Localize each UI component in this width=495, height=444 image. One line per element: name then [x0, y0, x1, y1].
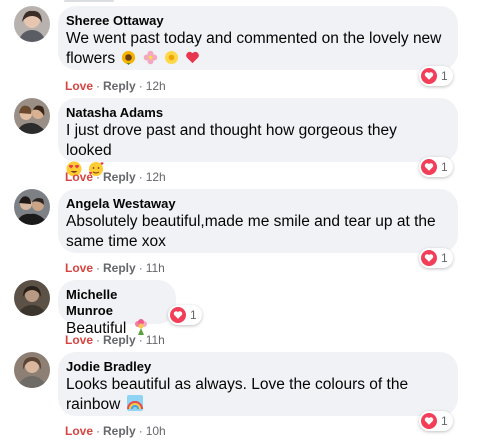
reaction-count: 1	[441, 414, 448, 428]
reaction-badge[interactable]: 1	[419, 411, 453, 431]
top-edge	[0, 0, 495, 3]
avatar[interactable]	[14, 98, 50, 134]
comment-line: Looks beautiful as always. Love the colo…	[66, 376, 409, 393]
heart-reaction-icon	[421, 68, 437, 84]
reaction-count: 1	[441, 69, 448, 83]
blossom-icon	[143, 50, 158, 71]
heart-reaction-icon	[421, 159, 437, 175]
reaction-count: 1	[441, 251, 448, 265]
heart-reaction-icon	[421, 250, 437, 266]
comment-actions: Love · Reply · 12h	[65, 79, 166, 93]
heart-reaction-icon	[421, 413, 437, 429]
reaction-badge[interactable]: 1	[419, 66, 453, 86]
comment-bubble: Michelle Munroe Beautiful	[58, 280, 176, 337]
commenter-name[interactable]: Natasha Adams	[66, 105, 446, 121]
separator-dot: ·	[138, 333, 143, 347]
comment-line: rainbow	[66, 395, 446, 417]
reaction-badge[interactable]: 1	[419, 248, 453, 268]
separator-dot: ·	[138, 79, 143, 93]
separator-dot: ·	[96, 79, 101, 93]
timestamp[interactable]: 10h	[146, 424, 166, 438]
comment-line: We went past today and commented on the …	[66, 30, 442, 47]
commenter-name[interactable]: Michelle Munroe	[66, 287, 164, 319]
reaction-count: 1	[441, 160, 448, 174]
love-button[interactable]: Love	[65, 424, 93, 438]
separator-dot: ·	[138, 261, 143, 275]
reaction-badge[interactable]: 1	[168, 305, 202, 325]
comment-actions: Love · Reply · 11h	[65, 333, 165, 347]
reply-button[interactable]: Reply	[103, 424, 136, 438]
comment-bubble: Angela Westaway Absolutely beautiful,mad…	[58, 189, 458, 253]
comment-line: Absolutely beautiful,made me smile and t…	[66, 213, 436, 230]
comment-bubble: Natasha Adams I just drove past and thou…	[58, 98, 458, 177]
sunflower-icon	[121, 50, 136, 71]
love-button[interactable]: Love	[65, 261, 93, 275]
comment-actions: Love · Reply · 11h	[65, 261, 165, 275]
separator-dot: ·	[96, 333, 101, 347]
commenter-name[interactable]: Jodie Bradley	[66, 359, 446, 375]
sunflower-icon	[164, 50, 179, 71]
comment-line: I just drove past and thought how gorgeo…	[66, 122, 397, 159]
timestamp[interactable]: 12h	[146, 79, 166, 93]
reaction-badge[interactable]: 1	[419, 157, 453, 177]
reply-button[interactable]: Reply	[103, 79, 136, 93]
avatar[interactable]	[14, 6, 50, 42]
comment-line: same time xox	[66, 233, 166, 250]
reply-button[interactable]: Reply	[103, 261, 136, 275]
avatar[interactable]	[14, 280, 50, 316]
separator-dot: ·	[138, 170, 143, 184]
avatar[interactable]	[14, 189, 50, 225]
avatar[interactable]	[14, 352, 50, 388]
love-button[interactable]: Love	[65, 170, 93, 184]
comment-actions: Love · Reply · 10h	[65, 424, 166, 438]
scroll-remnant	[64, 0, 114, 2]
separator-dot: ·	[96, 170, 101, 184]
love-button[interactable]: Love	[65, 79, 93, 93]
commenter-name[interactable]: Angela Westaway	[66, 196, 446, 212]
commenter-name[interactable]: Sheree Ottaway	[66, 13, 446, 29]
reaction-count: 1	[190, 308, 197, 322]
comment-text: Looks beautiful as always. Love the colo…	[66, 375, 446, 417]
heart-icon	[185, 50, 200, 71]
comment-line-text: flowers	[66, 50, 116, 67]
comment-text: Absolutely beautiful,made me smile and t…	[66, 212, 446, 252]
timestamp[interactable]: 11h	[146, 261, 165, 275]
comment-line: flowers	[66, 49, 446, 71]
timestamp[interactable]: 12h	[146, 170, 166, 184]
timestamp[interactable]: 11h	[146, 333, 165, 347]
heart-reaction-icon	[170, 307, 186, 323]
reply-button[interactable]: Reply	[103, 333, 136, 347]
comment-bubble: Sheree Ottaway We went past today and co…	[58, 6, 458, 70]
comment-text: We went past today and commented on the …	[66, 29, 446, 71]
separator-dot: ·	[96, 424, 101, 438]
comment-bubble: Jodie Bradley Looks beautiful as always.…	[58, 352, 458, 416]
comment-actions: Love · Reply · 12h	[65, 170, 166, 184]
love-button[interactable]: Love	[65, 333, 93, 347]
comment-line-text: rainbow	[66, 396, 121, 413]
reply-button[interactable]: Reply	[103, 170, 136, 184]
separator-dot: ·	[138, 424, 143, 438]
rainbow-icon	[126, 395, 143, 417]
separator-dot: ·	[96, 261, 101, 275]
